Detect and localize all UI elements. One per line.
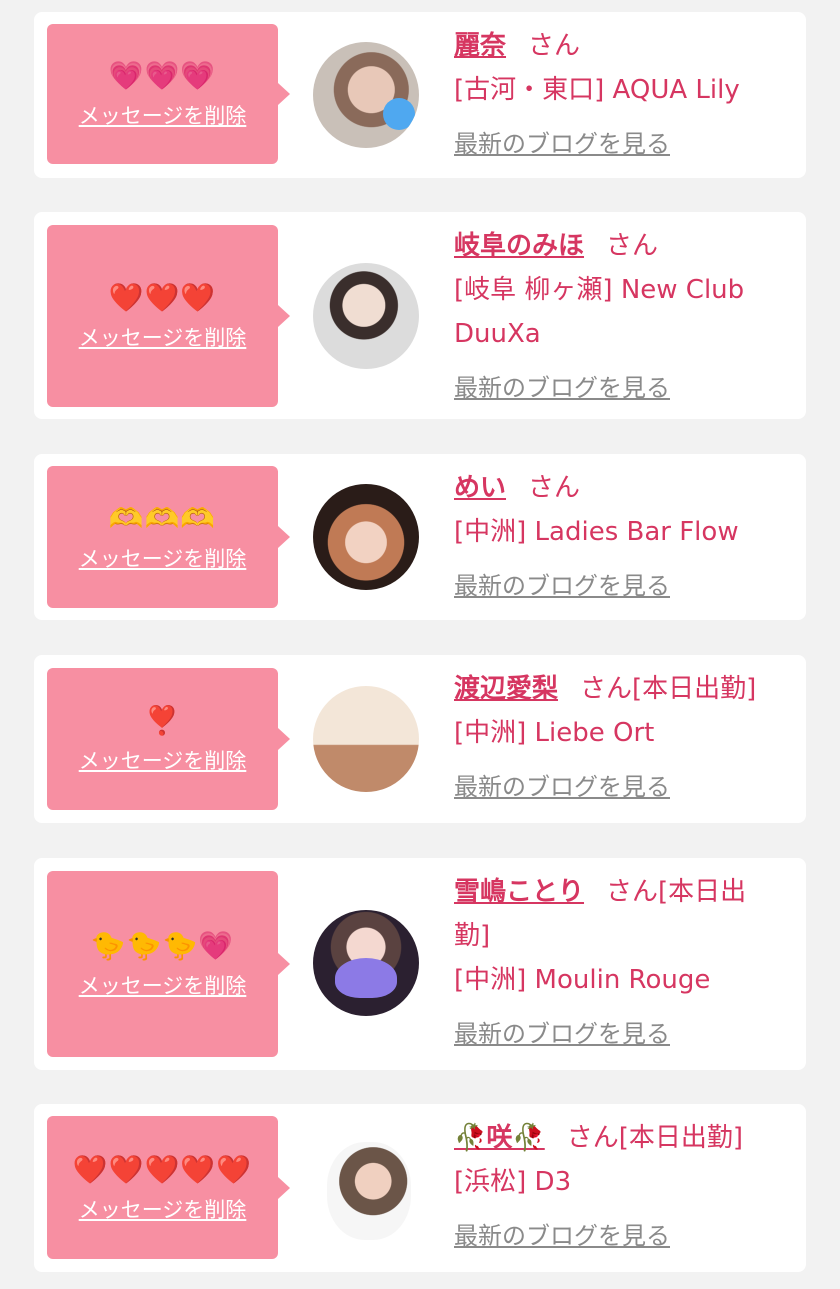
shop-name: [岐阜 柳ヶ瀬] New Club: [454, 275, 745, 305]
latest-blog-link[interactable]: 最新のブログを見る: [454, 124, 670, 159]
message-card: 🐤🐤🐤💗 メッセージを削除 雪嶋ことり さん[本日出 勤] [中洲] Moulin…: [34, 858, 806, 1070]
message-bubble: ❣️ メッセージを削除: [47, 668, 290, 810]
message-card: ❣️ メッセージを削除 渡辺愛梨 さん[本日出勤] [中洲] Liebe Ort …: [34, 655, 806, 823]
shop-name-cont: DuuXa: [454, 319, 541, 349]
message-bubble: ❤️❤️❤️❤️❤️ メッセージを削除: [47, 1116, 290, 1259]
message-card: ❤️❤️❤️❤️❤️ メッセージを削除 🥀咲🥀 さん[本日出勤] [浜松] D3 …: [34, 1104, 806, 1272]
butterfly-sticker-icon: [335, 958, 397, 998]
cast-name-link[interactable]: めい: [454, 473, 506, 503]
latest-blog-link[interactable]: 最新のブログを見る: [454, 566, 670, 601]
profile-info: 雪嶋ことり さん[本日出 勤] [中洲] Moulin Rouge 最新のブログを…: [454, 870, 789, 1049]
message-bubble: 🫶🫶🫶 メッセージを削除: [47, 466, 290, 608]
cast-name-link[interactable]: 雪嶋ことり: [454, 877, 584, 907]
heart-sticker-icon: [383, 98, 415, 130]
honorific: さん: [606, 231, 659, 261]
honorific: さん: [528, 31, 581, 61]
cast-name-link[interactable]: 麗奈: [454, 31, 506, 61]
delete-message-link[interactable]: メッセージを削除: [79, 745, 247, 775]
delete-message-link[interactable]: メッセージを削除: [79, 970, 247, 1000]
avatar[interactable]: [327, 1142, 411, 1240]
shop-name: [中洲] Ladies Bar Flow: [454, 517, 739, 547]
message-bubble: ❤️❤️❤️ メッセージを削除: [47, 225, 290, 407]
message-card: 🫶🫶🫶 メッセージを削除 めい さん [中洲] Ladies Bar Flow 最…: [34, 454, 806, 620]
shop-name: [中洲] Moulin Rouge: [454, 965, 711, 995]
cast-name-link[interactable]: 渡辺愛梨: [454, 674, 558, 704]
message-emoji: ❤️❤️❤️: [108, 281, 217, 314]
profile-info: 🥀咲🥀 さん[本日出勤] [浜松] D3 最新のブログを見る: [454, 1116, 789, 1251]
cast-name-link[interactable]: 🥀咲🥀: [454, 1123, 545, 1153]
message-emoji: ❤️❤️❤️❤️❤️: [72, 1152, 253, 1186]
latest-blog-link[interactable]: 最新のブログを見る: [454, 767, 670, 802]
message-emoji: 💗💗💗: [108, 59, 217, 92]
message-bubble: 💗💗💗 メッセージを削除: [47, 24, 290, 164]
message-emoji: ❣️: [144, 704, 181, 737]
honorific: さん[本日出勤]: [566, 1123, 744, 1153]
profile-info: 岐阜のみほ さん [岐阜 柳ヶ瀬] New Club DuuXa 最新のブログを見…: [454, 224, 789, 403]
shop-name: [中洲] Liebe Ort: [454, 718, 655, 748]
profile-info: 麗奈 さん [古河・東口] AQUA Lily 最新のブログを見る: [454, 24, 789, 159]
avatar[interactable]: [313, 263, 419, 369]
shop-name: [古河・東口] AQUA Lily: [454, 75, 740, 105]
avatar[interactable]: [313, 42, 419, 148]
delete-message-link[interactable]: メッセージを削除: [79, 100, 247, 130]
avatar[interactable]: [313, 910, 419, 1016]
message-emoji: 🐤🐤🐤💗: [90, 929, 235, 962]
shop-name: [浜松] D3: [454, 1167, 572, 1197]
delete-message-link[interactable]: メッセージを削除: [79, 1194, 247, 1224]
delete-message-link[interactable]: メッセージを削除: [79, 543, 247, 573]
profile-info: めい さん [中洲] Ladies Bar Flow 最新のブログを見る: [454, 466, 789, 601]
delete-message-link[interactable]: メッセージを削除: [79, 322, 247, 352]
latest-blog-link[interactable]: 最新のブログを見る: [454, 368, 670, 403]
latest-blog-link[interactable]: 最新のブログを見る: [454, 1014, 670, 1049]
message-emoji: 🫶🫶🫶: [108, 502, 217, 535]
message-list: 💗💗💗 メッセージを削除 麗奈 さん [古河・東口] AQUA Lily 最新のブ…: [0, 0, 840, 1289]
avatar[interactable]: [313, 686, 419, 792]
cast-name-link[interactable]: 岐阜のみほ: [454, 231, 584, 261]
profile-info: 渡辺愛梨 さん[本日出勤] [中洲] Liebe Ort 最新のブログを見る: [454, 667, 789, 802]
honorific: さん[本日出勤]: [580, 674, 757, 704]
latest-blog-link[interactable]: 最新のブログを見る: [454, 1216, 670, 1251]
message-bubble: 🐤🐤🐤💗 メッセージを削除: [47, 871, 290, 1057]
honorific: さん[本日出: [606, 877, 747, 907]
honorific: さん: [528, 473, 581, 503]
message-card: 💗💗💗 メッセージを削除 麗奈 さん [古河・東口] AQUA Lily 最新のブ…: [34, 12, 806, 178]
honorific-cont: 勤]: [454, 921, 491, 951]
avatar[interactable]: [313, 484, 419, 590]
message-card: ❤️❤️❤️ メッセージを削除 岐阜のみほ さん [岐阜 柳ヶ瀬] New Clu…: [34, 212, 806, 419]
